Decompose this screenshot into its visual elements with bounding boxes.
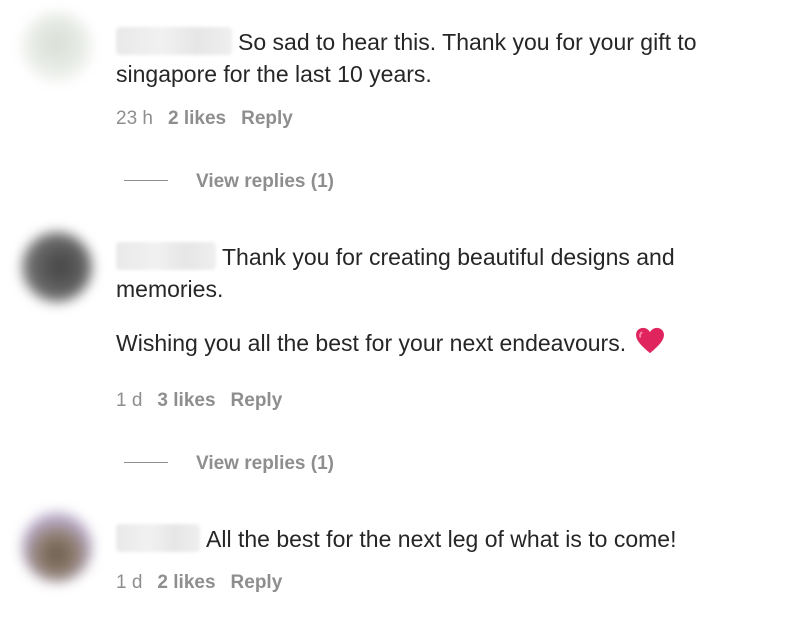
divider-line — [124, 462, 168, 463]
view-replies-label: View replies (1) — [196, 171, 334, 192]
comment-text-line: Thank you for creating beautiful designs… — [222, 244, 675, 270]
view-replies-button[interactable]: View replies (1) — [124, 171, 334, 193]
comment-timestamp[interactable]: 23 h — [116, 108, 153, 129]
comment-meta: 1 d 3 likes Reply — [116, 390, 297, 412]
comment-text-line: memories. — [116, 276, 224, 302]
comment-text: Wishing you all the best for your next e… — [116, 327, 786, 362]
reply-button[interactable]: Reply — [231, 572, 283, 593]
view-replies-label: View replies (1) — [196, 453, 334, 474]
avatar[interactable] — [22, 12, 92, 82]
likes-count-button[interactable]: 2 likes — [168, 108, 226, 129]
comment-timestamp[interactable]: 1 d — [116, 390, 142, 411]
username-blurred[interactable] — [116, 27, 232, 55]
username-blurred[interactable] — [116, 242, 216, 270]
divider-line — [124, 180, 168, 181]
avatar[interactable] — [22, 512, 92, 582]
comments-list: So sad to hear this. Thank you for your … — [0, 0, 800, 621]
username-blurred[interactable] — [116, 524, 200, 552]
avatar[interactable] — [22, 232, 92, 302]
comment-text: So sad to hear this. Thank you for your … — [116, 26, 786, 90]
comment-text-line: Wishing you all the best for your next e… — [116, 330, 627, 356]
view-replies-button[interactable]: View replies (1) — [124, 453, 334, 475]
reply-button[interactable]: Reply — [241, 108, 293, 129]
comment-text: All the best for the next leg of what is… — [116, 523, 786, 555]
likes-count-button[interactable]: 3 likes — [157, 390, 215, 411]
comment-body: Thank you for creating beautiful designs… — [116, 241, 786, 362]
comment-body: So sad to hear this. Thank you for your … — [116, 26, 786, 90]
comment-body: All the best for the next leg of what is… — [116, 523, 786, 555]
reply-button[interactable]: Reply — [231, 390, 283, 411]
comment-text-line: So sad to hear this. Thank you for your … — [238, 29, 697, 55]
comment-text-line: singapore for the last 10 years. — [116, 61, 432, 87]
likes-count-button[interactable]: 2 likes — [157, 572, 215, 593]
comment-meta: 23 h 2 likes Reply — [116, 108, 308, 130]
comment-meta: 1 d 2 likes Reply — [116, 572, 297, 594]
comment-timestamp[interactable]: 1 d — [116, 572, 142, 593]
red-heart-icon — [635, 327, 665, 362]
comment-text: Thank you for creating beautiful designs… — [116, 241, 786, 305]
comment-text-line: All the best for the next leg of what is… — [206, 526, 677, 552]
